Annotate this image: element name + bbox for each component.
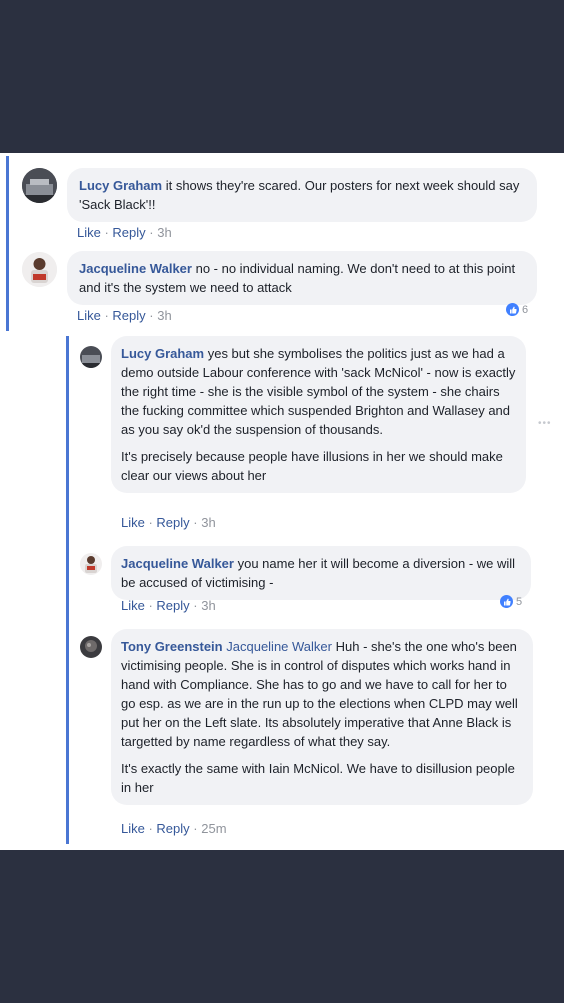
reply-link[interactable]: Reply	[156, 821, 189, 836]
thread-line-replies	[66, 336, 69, 844]
thread-line-main	[6, 156, 9, 331]
reply-bubble: Lucy Graham yes but she symbolises the p…	[111, 336, 526, 493]
separator: ·	[100, 308, 113, 323]
separator: ·	[189, 515, 202, 530]
separator: ·	[189, 821, 202, 836]
comment-actions: Like · Reply · 3h	[77, 308, 172, 323]
reaction-count[interactable]: 5	[500, 595, 522, 608]
avatar[interactable]	[80, 553, 102, 575]
comment-bubble: Lucy Graham it shows they're scared. Our…	[67, 168, 537, 222]
mention-link[interactable]: Jacqueline Walker	[226, 639, 332, 654]
reaction-number: 6	[522, 303, 529, 316]
reply-bubble: Jacqueline Walker you name her it will b…	[111, 546, 531, 600]
comment-bubble: Jacqueline Walker no - no individual nam…	[67, 251, 537, 305]
comment-actions: Like · Reply · 3h	[121, 598, 216, 613]
comment-text-paragraph: It's exactly the same with Iain McNicol.…	[121, 761, 515, 795]
profile-photo-icon	[22, 168, 57, 203]
avatar[interactable]	[22, 252, 57, 287]
timestamp[interactable]: 3h	[201, 515, 215, 530]
comment-author[interactable]: Lucy Graham	[79, 178, 162, 193]
comment-text-paragraph: It's precisely because people have illus…	[121, 449, 503, 483]
separator: ·	[144, 515, 157, 530]
like-link[interactable]: Like	[77, 308, 101, 323]
comment-text: Huh - she's the one who's been victimisi…	[121, 639, 518, 749]
separator: ·	[100, 225, 113, 240]
reaction-count[interactable]: 6	[506, 303, 528, 316]
reply-bubble: Tony Greenstein Jacqueline Walker Huh - …	[111, 629, 533, 805]
reply-link[interactable]: Reply	[156, 598, 189, 613]
avatar[interactable]	[80, 636, 102, 658]
comment-actions: Like · Reply · 3h	[77, 225, 172, 240]
separator: ·	[189, 598, 202, 613]
reply-link[interactable]: Reply	[112, 308, 145, 323]
timestamp[interactable]: 3h	[201, 598, 215, 613]
avatar[interactable]	[22, 168, 57, 203]
timestamp[interactable]: 3h	[157, 225, 171, 240]
comment-author[interactable]: Lucy Graham	[121, 346, 204, 361]
like-link[interactable]: Like	[121, 515, 145, 530]
like-reaction-icon	[506, 303, 519, 316]
reply-link[interactable]: Reply	[112, 225, 145, 240]
reaction-number: 5	[516, 595, 523, 608]
more-options-icon[interactable]: •••	[538, 418, 552, 429]
timestamp[interactable]: 3h	[157, 308, 171, 323]
comment-author[interactable]: Tony Greenstein	[121, 639, 223, 654]
comments-panel: Lucy Graham it shows they're scared. Our…	[0, 153, 564, 850]
like-link[interactable]: Like	[121, 821, 145, 836]
comment-author[interactable]: Jacqueline Walker	[79, 261, 192, 276]
separator: ·	[145, 225, 158, 240]
timestamp[interactable]: 25m	[201, 821, 226, 836]
avatar[interactable]	[80, 346, 102, 368]
comment-actions: Like · Reply · 25m	[121, 821, 227, 836]
comment-actions: Like · Reply · 3h	[121, 515, 216, 530]
separator: ·	[145, 308, 158, 323]
like-reaction-icon	[500, 595, 513, 608]
profile-photo-icon	[80, 636, 102, 658]
separator: ·	[144, 598, 157, 613]
profile-photo-icon	[22, 252, 57, 287]
reply-link[interactable]: Reply	[156, 515, 189, 530]
comment-author[interactable]: Jacqueline Walker	[121, 556, 234, 571]
separator: ·	[144, 821, 157, 836]
profile-photo-icon	[80, 346, 102, 368]
like-link[interactable]: Like	[121, 598, 145, 613]
like-link[interactable]: Like	[77, 225, 101, 240]
profile-photo-icon	[80, 553, 102, 575]
